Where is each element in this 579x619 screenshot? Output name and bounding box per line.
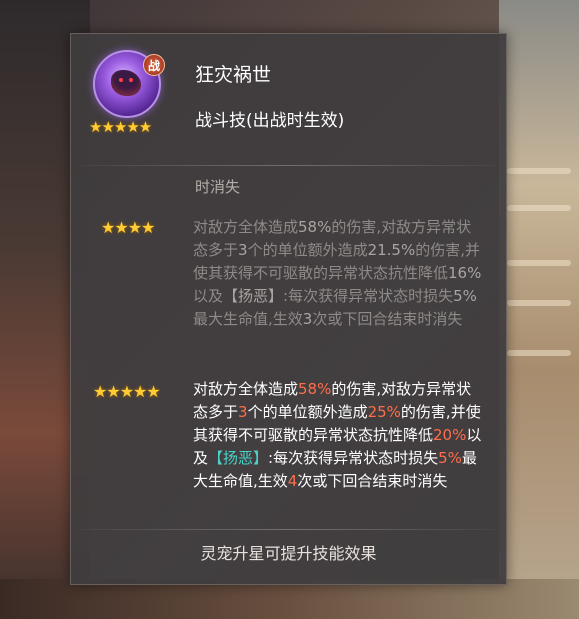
highlight-value: 20% (433, 426, 467, 444)
skill-tooltip-panel: 战 ★★★★★ 狂灾祸世 战斗技(出战时生效) 时消失 ★★★★ 对敌方全体造成… (70, 33, 507, 585)
highlight-value: 25% (367, 403, 401, 421)
skill-type: 战斗技(出战时生效) (195, 111, 345, 131)
description-text: :每次获得异常状态时损失 (268, 449, 439, 467)
tier-4-stars: ★★★★ (101, 218, 155, 237)
tier-4-description: 对敌方全体造成58%的伤害,对敌方异常状态多于3个的单位额外造成21.5%的伤害… (193, 216, 483, 331)
avatar-star-rating: ★★★★★ (89, 118, 152, 136)
scrolled-text-fragment: 时消失 (195, 178, 241, 196)
description-text: 次或下回合结束时消失 (297, 472, 448, 490)
description-text: :每次获得异常状态时损失 (283, 287, 454, 305)
description-text: 次或下回合结束时消失 (312, 310, 463, 328)
battle-class-badge: 战 (143, 54, 165, 76)
background-bottom-scene (0, 579, 579, 619)
highlight-value: 5% (438, 449, 462, 467)
status-effect-name: 【扬恶】 (223, 287, 284, 305)
highlight-value: 3 (238, 403, 248, 421)
description-text: 以及 (193, 287, 224, 305)
highlight-value: 5% (453, 287, 477, 305)
header-divider (81, 165, 496, 166)
description-text: 个的单位额外造成 (247, 403, 368, 421)
tier-5-description: 对敌方全体造成58%的伤害,对敌方异常状态多于3个的单位额外造成25%的伤害,并… (193, 378, 483, 493)
highlight-value: 16% (448, 264, 482, 282)
description-text: 个的单位额外造成 (247, 241, 368, 259)
highlight-value: 58% (298, 380, 332, 398)
background-right-scene (499, 0, 579, 619)
star-upgrade-hint: 灵宠升星可提升技能效果 (200, 544, 377, 563)
skill-name: 狂灾祸世 (195, 64, 272, 86)
description-text: 对敌方全体造成 (193, 218, 299, 236)
description-text: 最大生命值,生效 (193, 310, 303, 328)
description-text: 对敌方全体造成 (193, 380, 299, 398)
status-effect-name: 【扬恶】 (208, 449, 269, 467)
highlight-value: 21.5% (367, 241, 416, 259)
highlight-value: 3 (238, 241, 248, 259)
highlight-value: 58% (298, 218, 332, 236)
tier-5-stars: ★★★★★ (93, 382, 161, 401)
footer-divider (81, 529, 496, 530)
highlight-value: 4 (287, 472, 298, 490)
highlight-value: 3 (302, 310, 313, 328)
